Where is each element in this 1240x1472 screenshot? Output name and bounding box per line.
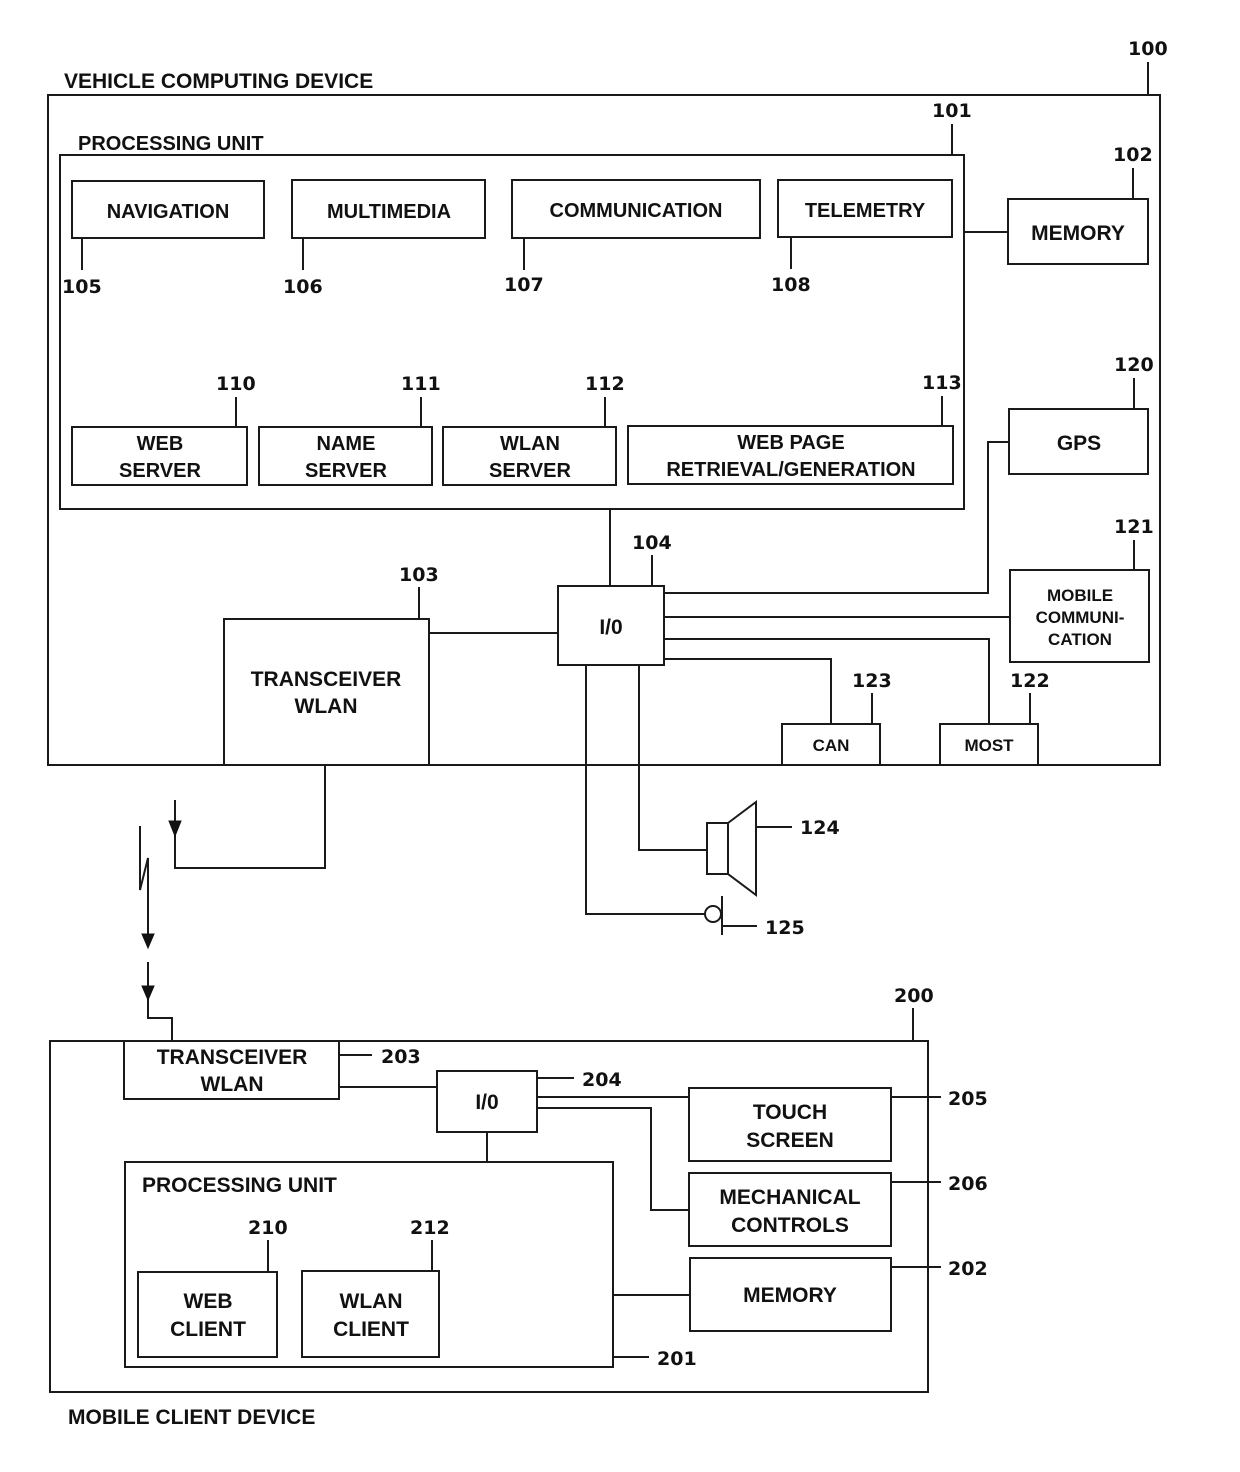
ref-107: 107 (504, 274, 544, 296)
ref-210: 210 (248, 1217, 288, 1239)
ref-124: 124 (800, 817, 840, 839)
vehicle-device-title: VEHICLE COMPUTING DEVICE (64, 70, 373, 93)
ref-204: 204 (582, 1069, 622, 1091)
speaker-body (706, 822, 729, 875)
wireless-signal-icon (139, 765, 326, 1041)
module-multimedia-label: MULTIMEDIA (327, 201, 451, 223)
mobile-transceiver-label-1: TRANSCEIVER (157, 1046, 308, 1069)
vehicle-memory-label: MEMORY (1031, 222, 1125, 245)
signal-arrow (141, 933, 155, 950)
mobile-client-device: MOBILE CLIENT DEVICE 200 TRANSCEIVER WLA… (49, 985, 988, 1429)
mobile-memory-label: MEMORY (743, 1284, 837, 1307)
mechanical-controls-module[interactable]: MECHANICAL CONTROLS 206 (688, 1172, 988, 1247)
mobile-communication-label-3: CATION (1048, 630, 1112, 649)
mobile-processing-unit[interactable]: PROCESSING UNIT 201 WEB CLIENT 210 WLAN … (124, 1161, 697, 1370)
ref-106: 106 (283, 276, 323, 298)
mobile-processing-unit-title: PROCESSING UNIT (142, 1174, 337, 1197)
module-telemetry-label: TELEMETRY (805, 200, 926, 222)
vehicle-transceiver-label-2: WLAN (295, 695, 358, 718)
ref-200: 200 (894, 985, 934, 1007)
most-label: MOST (964, 736, 1014, 755)
wlan-client-label-1: WLAN (340, 1290, 403, 1313)
module-web-server-label-1: WEB (137, 433, 184, 455)
touch-screen-label-2: SCREEN (746, 1129, 834, 1152)
module-web-page-label-1: WEB PAGE (737, 432, 844, 454)
speaker-cone (727, 800, 757, 897)
mobile-transceiver-label-2: WLAN (201, 1073, 264, 1096)
vehicle-antenna-feed (174, 765, 326, 869)
ref-123: 123 (852, 670, 892, 692)
microphone-head (704, 905, 722, 923)
vehicle-transceiver-box (223, 618, 430, 766)
ref-212: 212 (410, 1217, 450, 1239)
module-navigation-label: NAVIGATION (107, 201, 230, 223)
module-name-server-label-2: SERVER (305, 460, 387, 482)
speaker-icon: 124 (706, 800, 840, 897)
vehicle-antenna-arrow (168, 820, 182, 838)
ref-113: 113 (922, 372, 962, 394)
vehicle-processing-unit: PROCESSING UNIT 101 NAVIGATION 105 MULTI… (59, 100, 972, 510)
mobile-device-title: MOBILE CLIENT DEVICE (68, 1406, 315, 1429)
mechanical-controls-label-1: MECHANICAL (719, 1186, 860, 1209)
ref-111: 111 (401, 373, 441, 395)
module-wlan-server-label-1: WLAN (500, 433, 560, 455)
can-label: CAN (813, 736, 850, 755)
processing-unit-title: PROCESSING UNIT (78, 133, 264, 155)
module-name-server-label-1: NAME (317, 433, 376, 455)
mobile-io-label: I/0 (475, 1091, 498, 1114)
module-communication-label: COMMUNICATION (550, 200, 723, 222)
ref-201: 201 (657, 1348, 697, 1370)
web-client-label-1: WEB (184, 1290, 233, 1313)
ref-108: 108 (771, 274, 811, 296)
system-block-diagram: VEHICLE COMPUTING DEVICE 100 PROCESSING … (47, 38, 1168, 1429)
ref-104: 104 (632, 532, 672, 554)
gps-label: GPS (1057, 432, 1101, 455)
ref-206: 206 (948, 1173, 988, 1195)
ref-103: 103 (399, 564, 439, 586)
signal-zigzag (139, 826, 149, 945)
touch-screen-module[interactable]: TOUCH SCREEN 205 (688, 1087, 988, 1162)
microphone-icon: 125 (704, 896, 805, 939)
module-web-server-label-2: SERVER (119, 460, 201, 482)
mobile-communication-label-2: COMMUNI- (1036, 608, 1125, 627)
ref-121: 121 (1114, 516, 1154, 538)
mechanical-controls-label-2: CONTROLS (731, 1214, 849, 1237)
mobile-antenna-feed (147, 962, 173, 1041)
ref-102: 102 (1113, 144, 1153, 166)
wlan-client-label-2: CLIENT (333, 1318, 409, 1341)
ref-205: 205 (948, 1088, 988, 1110)
vehicle-computing-device: VEHICLE COMPUTING DEVICE 100 PROCESSING … (47, 38, 1168, 766)
mobile-communication-label-1: MOBILE (1047, 586, 1113, 605)
ref-202: 202 (948, 1258, 988, 1280)
ref-110: 110 (216, 373, 256, 395)
module-web-page-label-2: RETRIEVAL/GENERATION (666, 459, 915, 481)
ref-101: 101 (932, 100, 972, 122)
ref-122: 122 (1010, 670, 1050, 692)
ref-120: 120 (1114, 354, 1154, 376)
mobile-antenna-arrow (141, 985, 155, 1002)
ref-105: 105 (62, 276, 102, 298)
ref-100: 100 (1128, 38, 1168, 60)
touch-screen-label-1: TOUCH (753, 1101, 827, 1124)
vehicle-io-label: I/0 (599, 616, 622, 639)
ref-112: 112 (585, 373, 625, 395)
wlan-client-box (301, 1270, 440, 1358)
module-wlan-server-label-2: SERVER (489, 460, 571, 482)
ref-203: 203 (381, 1046, 421, 1068)
web-client-label-2: CLIENT (170, 1318, 246, 1341)
vehicle-transceiver-label-1: TRANSCEIVER (251, 668, 402, 691)
web-client-box (137, 1271, 278, 1358)
mobile-memory[interactable]: MEMORY 202 (689, 1257, 988, 1332)
ref-125: 125 (765, 917, 805, 939)
